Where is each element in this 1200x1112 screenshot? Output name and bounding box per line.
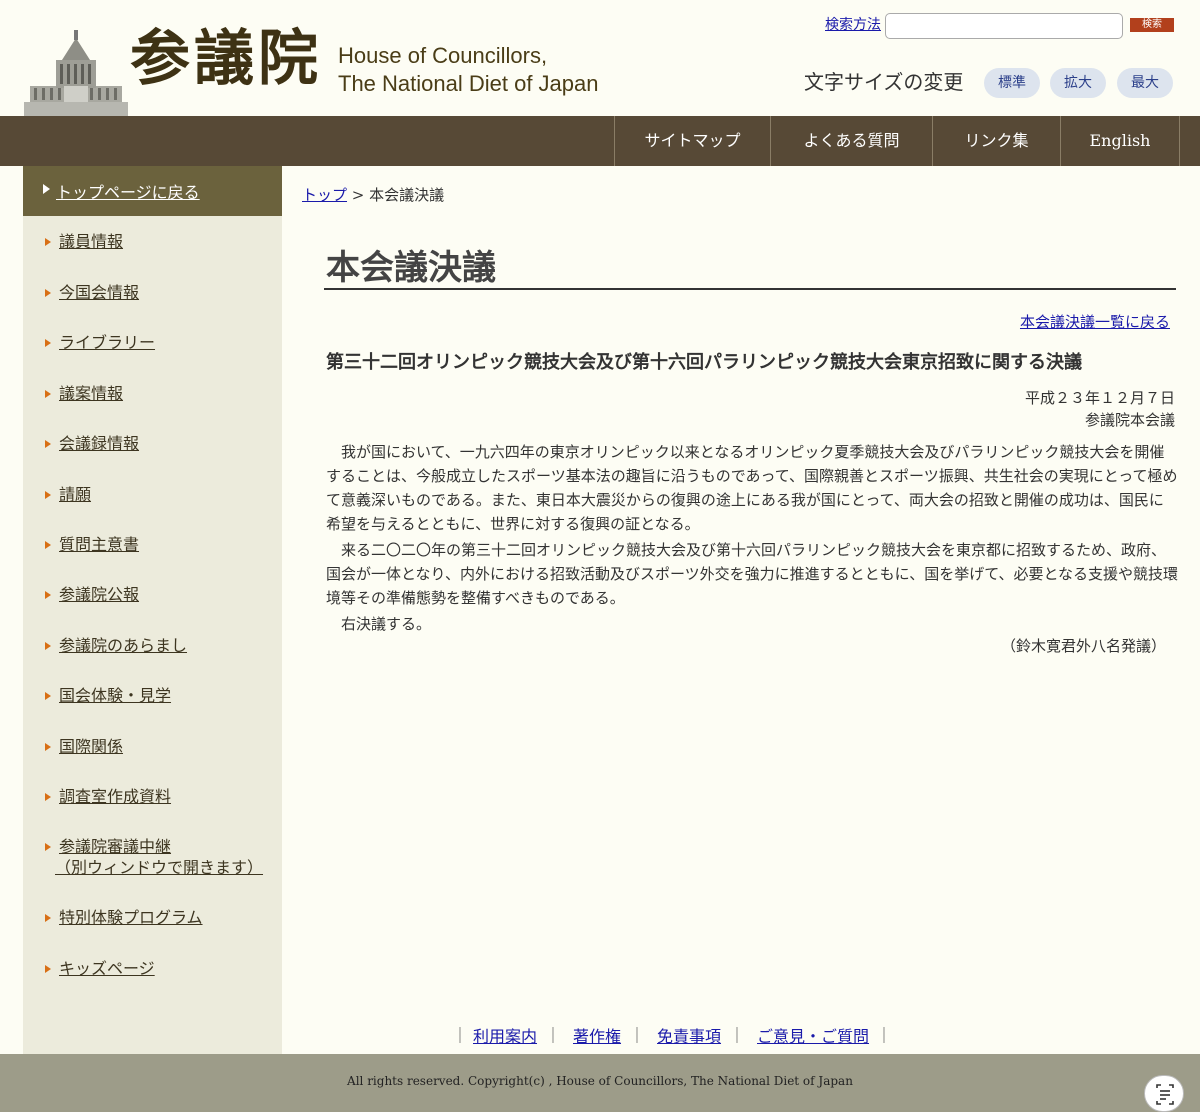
- footer-link-usage[interactable]: 利用案内: [473, 1023, 537, 1047]
- logo-kanji[interactable]: 参議院: [130, 24, 322, 94]
- arrow-right-icon: [45, 390, 51, 398]
- sidebar-item-note: （別ウィンドウで開きます）: [55, 858, 264, 877]
- footer-bar: All rights reserved. Copyright(c) , Hous…: [0, 1054, 1200, 1112]
- search-help-link[interactable]: 検索方法: [825, 14, 881, 34]
- sidebar-item-live-broadcast[interactable]: 参議院審議中継 （別ウィンドウで開きます）: [23, 837, 282, 879]
- arrow-right-icon: [45, 642, 51, 650]
- arrow-right-icon: [43, 184, 50, 194]
- sidebar: トップページに戻る 議員情報 今国会情報 ライブラリー 議案情報 会議録情報 請…: [23, 166, 282, 1054]
- sidebar-item-label: 調査室作成資料: [59, 787, 172, 806]
- footer-link-feedback[interactable]: ご意見・ご質問: [757, 1023, 869, 1047]
- text-scan-button[interactable]: [1144, 1075, 1184, 1112]
- footer-separator: ｜: [876, 1026, 893, 1045]
- resolution-paragraph: 我が国において、一九六四年の東京オリンピック以来となるオリンピック夏季競技大会及…: [326, 443, 1178, 533]
- arrow-right-icon: [45, 692, 51, 700]
- footer-separator: ｜: [452, 1026, 469, 1045]
- sidebar-item-label: 参議院審議中継: [59, 837, 172, 856]
- font-size-large-button[interactable]: 拡大: [1050, 68, 1106, 98]
- arrow-right-icon: [45, 238, 51, 246]
- site-header: 参議院 House of Councillors, The National D…: [0, 0, 1200, 116]
- search-input[interactable]: [885, 13, 1123, 39]
- footer-separator: ｜: [545, 1026, 562, 1045]
- footer-links: ｜ 利用案内 ｜ 著作権 ｜ 免責事項 ｜ ご意見・ご質問 ｜: [0, 1022, 1200, 1047]
- sidebar-item-label: 参議院のあらまし: [59, 636, 188, 655]
- search-button[interactable]: 検索: [1130, 18, 1174, 32]
- breadcrumb-separator: >: [347, 186, 370, 204]
- arrow-right-icon: [45, 541, 51, 549]
- sidebar-item-label: 国際関係: [59, 737, 124, 756]
- back-to-list-link[interactable]: 本会議決議一覧に戻る: [1020, 311, 1170, 332]
- footer-link-copyright[interactable]: 著作権: [573, 1023, 621, 1047]
- breadcrumb-top-link[interactable]: トップ: [302, 186, 347, 204]
- sidebar-item-label: 会議録情報: [59, 434, 140, 453]
- nav-links[interactable]: リンク集: [932, 116, 1060, 166]
- logo-english-line1: House of Councillors,: [338, 43, 548, 68]
- arrow-right-icon: [45, 793, 51, 801]
- font-size-standard-button[interactable]: 標準: [984, 68, 1040, 98]
- sidebar-item-label: 国会体験・見学: [59, 686, 172, 705]
- arrow-right-icon: [45, 914, 51, 922]
- arrow-right-icon: [45, 491, 51, 499]
- arrow-right-icon: [45, 289, 51, 297]
- sidebar-item-label: ライブラリー: [59, 333, 156, 352]
- nav-english[interactable]: English: [1060, 116, 1180, 166]
- arrow-right-icon: [45, 591, 51, 599]
- resolution-paragraph: 右決議する。: [341, 615, 432, 633]
- logo-english[interactable]: House of Councillors, The National Diet …: [338, 42, 599, 98]
- sidebar-item-label: 今国会情報: [59, 283, 140, 302]
- sidebar-item-label: 特別体験プログラム: [59, 908, 203, 927]
- arrow-right-icon: [45, 743, 51, 751]
- breadcrumb-current: 本会議決議: [369, 186, 445, 204]
- resolution-date: 平成２３年１２月７日: [1024, 389, 1175, 407]
- footer-separator: ｜: [629, 1026, 646, 1045]
- page-title: 本会議決議: [326, 248, 496, 288]
- arrow-right-icon: [45, 440, 51, 448]
- resolution-proposer: （鈴木寛君外八名発議）: [1000, 637, 1166, 655]
- sidebar-item-label: 議員情報: [59, 232, 124, 251]
- resolution-body: 参議院本会議: [1084, 411, 1175, 429]
- sidebar-item-label: 参議院公報: [59, 585, 140, 604]
- diet-building-logo[interactable]: [24, 30, 128, 116]
- text-scan-icon: [1156, 1084, 1174, 1105]
- footer-separator: ｜: [729, 1026, 746, 1045]
- arrow-right-icon: [45, 965, 51, 973]
- sidebar-item-label: 議案情報: [59, 384, 124, 403]
- sidebar-item-top-page[interactable]: トップページに戻る: [23, 166, 282, 216]
- resolution-paragraph: 来る二〇二〇年の第三十二回オリンピック競技大会及び第十六回パラリンピック競技大会…: [326, 541, 1179, 607]
- sidebar-item-label: トップページに戻る: [56, 183, 200, 202]
- nav-sitemap[interactable]: サイトマップ: [614, 116, 770, 166]
- footer-link-disclaimer[interactable]: 免責事項: [657, 1023, 721, 1047]
- global-nav: サイトマップ よくある質問 リンク集 English: [0, 116, 1200, 166]
- sidebar-item-label: 質問主意書: [59, 535, 140, 554]
- sidebar-item-label: キッズページ: [59, 959, 155, 978]
- resolution-title: 第三十二回オリンピック競技大会及び第十六回パラリンピック競技大会東京招致に関する…: [326, 352, 1082, 373]
- arrow-right-icon: [45, 339, 51, 347]
- copyright-text: All rights reserved. Copyright(c) , Hous…: [347, 1074, 853, 1088]
- nav-faq[interactable]: よくある質問: [770, 116, 932, 166]
- font-size-largest-button[interactable]: 最大: [1117, 68, 1173, 98]
- breadcrumb: トップ > 本会議決議: [302, 184, 444, 205]
- logo-english-line2: The National Diet of Japan: [338, 71, 599, 96]
- arrow-right-icon: [45, 843, 51, 851]
- title-divider: [324, 288, 1176, 290]
- font-size-label: 文字サイズの変更: [804, 70, 964, 94]
- sidebar-item-label: 請願: [59, 485, 92, 504]
